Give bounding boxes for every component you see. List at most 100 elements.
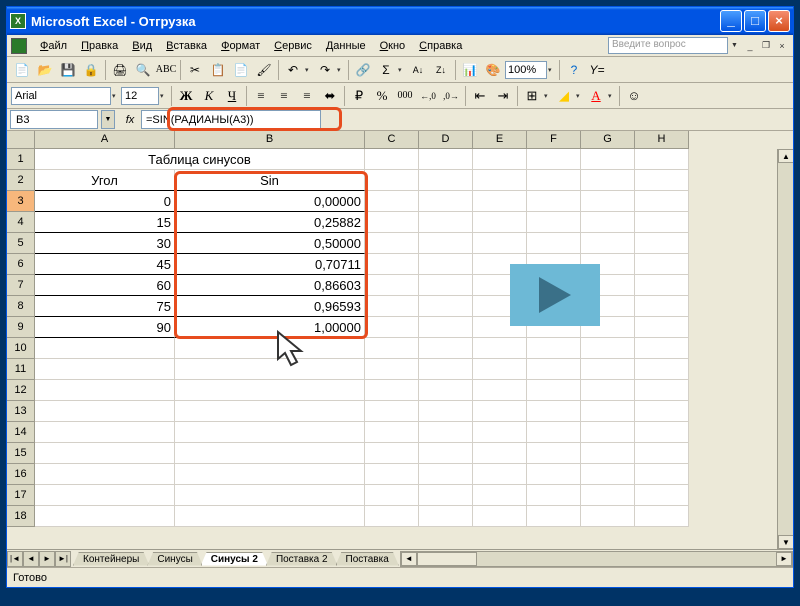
cell-E17[interactable] xyxy=(473,485,527,506)
cell-B8[interactable]: 0,96593 xyxy=(175,296,365,317)
cell-C13[interactable] xyxy=(365,401,419,422)
cell-E5[interactable] xyxy=(473,233,527,254)
row-header-8[interactable]: 8 xyxy=(7,296,35,317)
cell-H13[interactable] xyxy=(635,401,689,422)
menu-Справка[interactable]: Справка xyxy=(412,38,469,54)
cell-H12[interactable] xyxy=(635,380,689,401)
col-header-C[interactable]: C xyxy=(365,131,419,149)
cell-G13[interactable] xyxy=(581,401,635,422)
cell-A11[interactable] xyxy=(35,359,175,380)
cell-B12[interactable] xyxy=(175,380,365,401)
help-icon[interactable]: ? xyxy=(563,59,585,81)
size-dropdown-icon[interactable]: ▾ xyxy=(160,92,168,100)
redo-icon[interactable]: ↷ xyxy=(314,59,336,81)
cell-E4[interactable] xyxy=(473,212,527,233)
cell-D12[interactable] xyxy=(419,380,473,401)
cell-G12[interactable] xyxy=(581,380,635,401)
cell-D10[interactable] xyxy=(419,338,473,359)
cell-E3[interactable] xyxy=(473,191,527,212)
cell-H17[interactable] xyxy=(635,485,689,506)
horizontal-scrollbar[interactable]: ◄ ► xyxy=(400,551,793,567)
cell-C6[interactable] xyxy=(365,254,419,275)
autosum-dropdown-icon[interactable]: ▾ xyxy=(398,66,406,74)
cell-B7[interactable]: 0,86603 xyxy=(175,275,365,296)
percent-button[interactable]: % xyxy=(371,85,393,107)
row-header-12[interactable]: 12 xyxy=(7,380,35,401)
chart-icon[interactable]: 📊 xyxy=(459,59,481,81)
cell-H2[interactable] xyxy=(635,170,689,191)
decrease-indent-button[interactable]: ⇤ xyxy=(469,85,491,107)
cell-F10[interactable] xyxy=(527,338,581,359)
function-icon[interactable]: Y= xyxy=(586,59,608,81)
row-header-6[interactable]: 6 xyxy=(7,254,35,275)
cell-G3[interactable] xyxy=(581,191,635,212)
permission-icon[interactable]: 🔒 xyxy=(80,59,102,81)
redo-dropdown-icon[interactable]: ▾ xyxy=(337,66,345,74)
cell-B16[interactable] xyxy=(175,464,365,485)
sheet-tab-Поставка[interactable]: Поставка xyxy=(336,552,399,566)
cell-A12[interactable] xyxy=(35,380,175,401)
cell-C16[interactable] xyxy=(365,464,419,485)
cell-A14[interactable] xyxy=(35,422,175,443)
align-center-button[interactable]: ≡ xyxy=(273,85,295,107)
align-right-button[interactable]: ≡ xyxy=(296,85,318,107)
bold-button[interactable]: Ж xyxy=(175,85,197,107)
close-button[interactable]: × xyxy=(768,10,790,32)
sheet-tab-Синусы[interactable]: Синусы xyxy=(147,552,202,566)
cell-C18[interactable] xyxy=(365,506,419,527)
tab-last-button[interactable]: ►| xyxy=(55,551,71,567)
cell-H15[interactable] xyxy=(635,443,689,464)
cell-G2[interactable] xyxy=(581,170,635,191)
cell-H9[interactable] xyxy=(635,317,689,338)
increase-indent-button[interactable]: ⇥ xyxy=(492,85,514,107)
cell-F11[interactable] xyxy=(527,359,581,380)
cell-G11[interactable] xyxy=(581,359,635,380)
cell-C2[interactable] xyxy=(365,170,419,191)
cell-C14[interactable] xyxy=(365,422,419,443)
format-painter-icon[interactable]: 🖌 xyxy=(253,59,275,81)
scroll-up-icon[interactable]: ▲ xyxy=(778,149,793,163)
tab-prev-button[interactable]: ◄ xyxy=(23,551,39,567)
row-header-13[interactable]: 13 xyxy=(7,401,35,422)
cell-F16[interactable] xyxy=(527,464,581,485)
cell-D3[interactable] xyxy=(419,191,473,212)
cell-B4[interactable]: 0,25882 xyxy=(175,212,365,233)
undo-icon[interactable]: ↶ xyxy=(282,59,304,81)
cell-D15[interactable] xyxy=(419,443,473,464)
menu-Окно[interactable]: Окно xyxy=(373,38,413,54)
cell-H6[interactable] xyxy=(635,254,689,275)
cell-F17[interactable] xyxy=(527,485,581,506)
cell-G10[interactable] xyxy=(581,338,635,359)
cell-F14[interactable] xyxy=(527,422,581,443)
menu-Файл[interactable]: Файл xyxy=(33,38,74,54)
undo-dropdown-icon[interactable]: ▾ xyxy=(305,66,313,74)
excel-doc-icon[interactable] xyxy=(11,38,27,54)
cell-B5[interactable]: 0,50000 xyxy=(175,233,365,254)
menu-Правка[interactable]: Правка xyxy=(74,38,125,54)
cell-B6[interactable]: 0,70711 xyxy=(175,254,365,275)
cell-F5[interactable] xyxy=(527,233,581,254)
cell-G18[interactable] xyxy=(581,506,635,527)
font-size-select[interactable]: 12 xyxy=(121,87,159,105)
cell-A8[interactable]: 75 xyxy=(35,296,175,317)
underline-button[interactable]: Ч xyxy=(221,85,243,107)
cell-F4[interactable] xyxy=(527,212,581,233)
cell-A10[interactable] xyxy=(35,338,175,359)
cell-C11[interactable] xyxy=(365,359,419,380)
sort-desc-icon[interactable]: Z↓ xyxy=(430,59,452,81)
decrease-decimal-button[interactable]: ,0→ xyxy=(440,85,462,107)
cell-F3[interactable] xyxy=(527,191,581,212)
zoom-dropdown-icon[interactable]: ▾ xyxy=(548,66,556,74)
cell-H10[interactable] xyxy=(635,338,689,359)
cell-D11[interactable] xyxy=(419,359,473,380)
cell-A4[interactable]: 15 xyxy=(35,212,175,233)
font-color-button[interactable]: A xyxy=(585,85,607,107)
cell-H5[interactable] xyxy=(635,233,689,254)
help-dropdown-icon[interactable]: ▼ xyxy=(731,42,739,49)
doc-minimize-button[interactable]: _ xyxy=(743,39,757,53)
cell-A2[interactable]: Угол xyxy=(35,170,175,191)
name-box[interactable]: B3 xyxy=(10,110,98,129)
col-header-F[interactable]: F xyxy=(527,131,581,149)
cell-A5[interactable]: 30 xyxy=(35,233,175,254)
cell-H8[interactable] xyxy=(635,296,689,317)
